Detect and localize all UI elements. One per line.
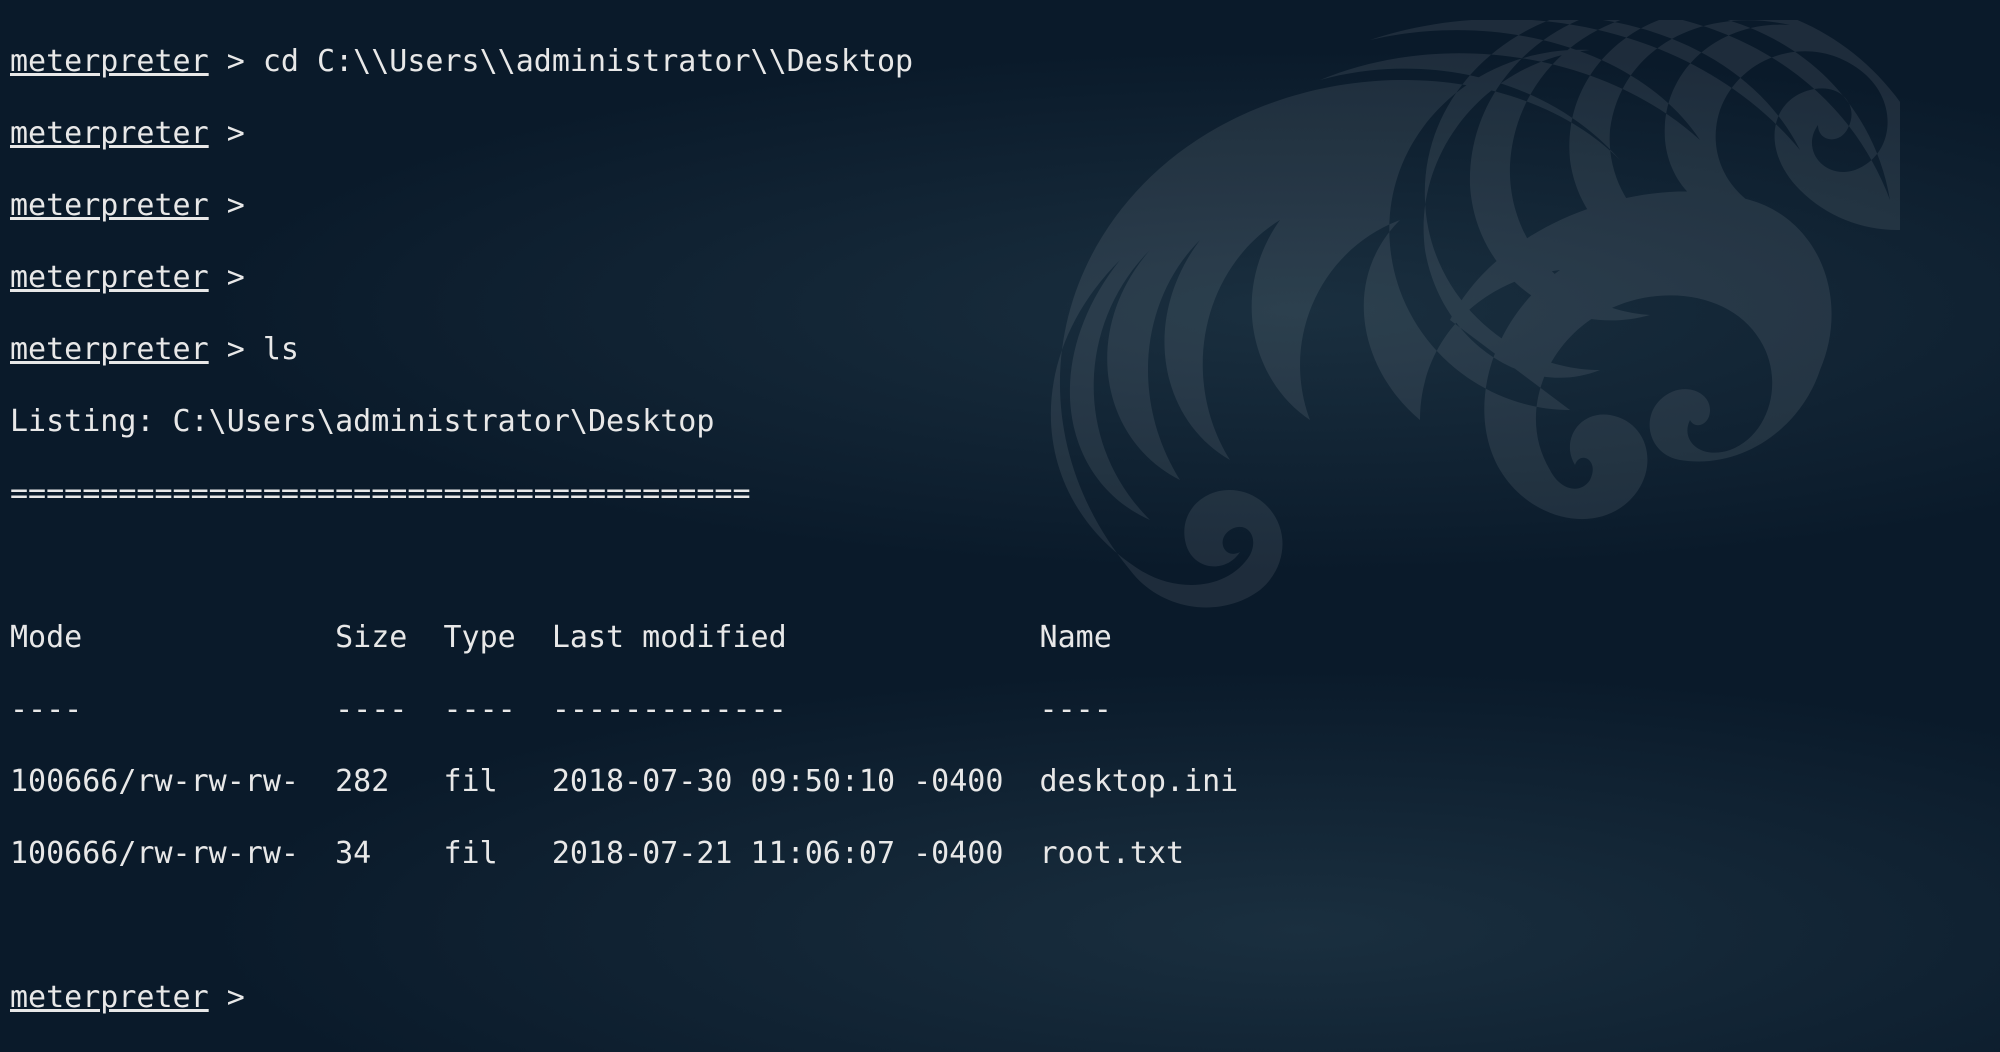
cell-modified: 2018-07-30 09:50:10 -0400 (552, 764, 1040, 799)
col-size: ---- (335, 692, 443, 727)
prompt-separator: > (209, 332, 263, 367)
prompt-text: meterpreter (10, 188, 209, 223)
cell-modified: 2018-07-21 11:06:07 -0400 (552, 836, 1040, 871)
blank-line (10, 908, 1990, 944)
col-type: Type (443, 620, 551, 655)
cell-type: fil (443, 764, 551, 799)
cell-name: desktop.ini (1040, 764, 1239, 799)
listing-divider: ========================================… (10, 476, 1990, 512)
prompt-separator: > (209, 116, 263, 151)
terminal-output[interactable]: meterpreter > cd C:\\Users\\administrato… (10, 8, 1990, 1052)
cell-size: 34 (335, 836, 443, 871)
cell-name: root.txt (1040, 836, 1185, 871)
prompt-text: meterpreter (10, 332, 209, 367)
col-name: ---- (1040, 692, 1112, 727)
blank-line (10, 548, 1990, 584)
col-name: Name (1040, 620, 1112, 655)
prompt-text: meterpreter (10, 980, 209, 1015)
command-text: ls (263, 332, 299, 367)
col-type: ---- (443, 692, 551, 727)
prompt-separator: > (209, 188, 263, 223)
prompt-separator: > (209, 44, 263, 79)
col-modified: ------------- (552, 692, 1040, 727)
prompt-separator: > (209, 980, 263, 1015)
cell-mode: 100666/rw-rw-rw- (10, 836, 335, 871)
col-mode: Mode (10, 620, 335, 655)
table-header-row: Mode Size Type Last modified Name (10, 620, 1990, 656)
cell-type: fil (443, 836, 551, 871)
col-modified: Last modified (552, 620, 1040, 655)
prompt-line: meterpreter > (10, 260, 1990, 296)
table-row: 100666/rw-rw-rw- 34 fil 2018-07-21 11:06… (10, 836, 1990, 872)
prompt-text: meterpreter (10, 44, 209, 79)
listing-header: Listing: C:\Users\administrator\Desktop (10, 404, 1990, 440)
prompt-line: meterpreter > ls (10, 332, 1990, 368)
prompt-text: meterpreter (10, 260, 209, 295)
prompt-line: meterpreter > (10, 188, 1990, 224)
prompt-separator: > (209, 260, 263, 295)
cell-mode: 100666/rw-rw-rw- (10, 764, 335, 799)
cell-size: 282 (335, 764, 443, 799)
col-size: Size (335, 620, 443, 655)
table-dash-row: ---- ---- ---- ------------- ---- (10, 692, 1990, 728)
col-mode: ---- (10, 692, 335, 727)
prompt-line: meterpreter > (10, 980, 1990, 1016)
prompt-line: meterpreter > cd C:\\Users\\administrato… (10, 44, 1990, 80)
prompt-text: meterpreter (10, 116, 209, 151)
prompt-line: meterpreter > (10, 116, 1990, 152)
command-text: cd C:\\Users\\administrator\\Desktop (263, 44, 913, 79)
table-row: 100666/rw-rw-rw- 282 fil 2018-07-30 09:5… (10, 764, 1990, 800)
